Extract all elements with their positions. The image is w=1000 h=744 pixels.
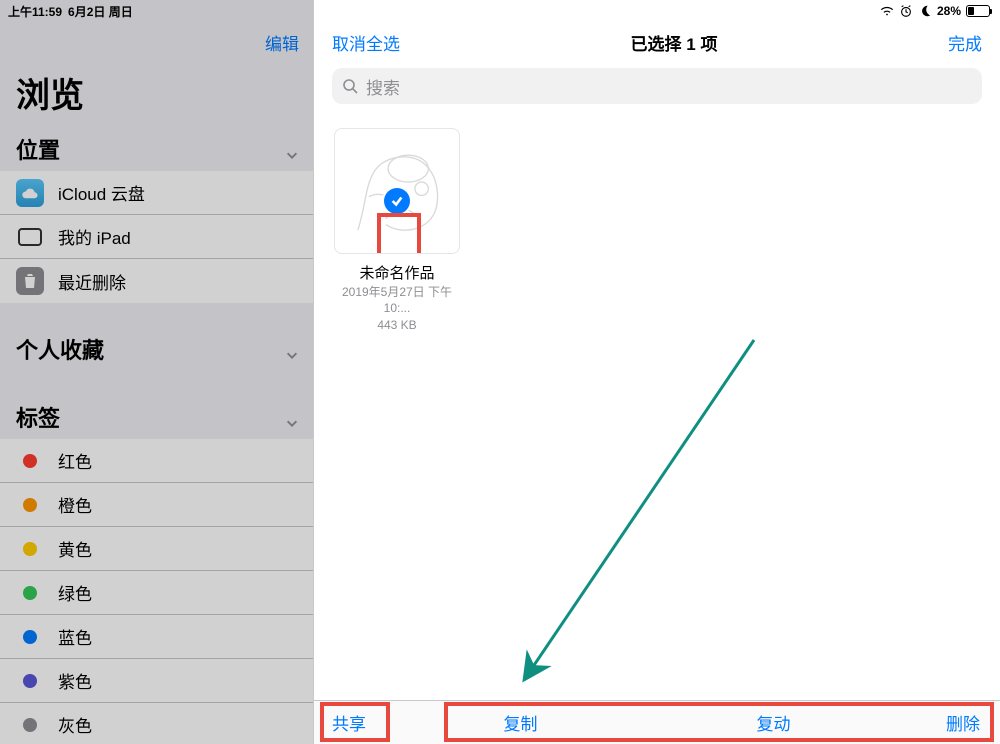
tag-color-dot — [23, 630, 37, 644]
section-tags-label: 标签 — [16, 401, 60, 433]
tag-item[interactable]: 黄色 — [0, 527, 313, 571]
annotation-highlight-checkmark — [377, 213, 421, 254]
tag-label: 红色 — [58, 448, 92, 473]
tag-item[interactable]: 橙色 — [0, 483, 313, 527]
section-locations-label: 位置 — [16, 133, 60, 165]
status-date: 6月2日 周日 — [68, 3, 133, 20]
battery-percent: 28% — [937, 4, 961, 18]
alarm-icon — [899, 4, 913, 18]
sidebar-item-label: 最近删除 — [58, 269, 126, 294]
wifi-icon — [880, 4, 894, 18]
trash-icon — [16, 267, 44, 295]
chevron-down-icon — [285, 142, 299, 156]
browse-sidebar: 上午11:59 6月2日 周日 编辑 浏览 位置 iCloud 云盘 我的 iP… — [0, 0, 314, 744]
file-thumbnail[interactable] — [334, 128, 460, 254]
selected-check-icon — [384, 188, 410, 214]
file-grid: 未命名作品 2019年5月27日 下午10:... 443 KB — [314, 114, 1000, 700]
section-tags[interactable]: 标签 — [0, 395, 313, 439]
tag-color-dot — [23, 498, 37, 512]
sidebar-nav: 编辑 — [0, 20, 313, 64]
chevron-down-icon — [285, 342, 299, 356]
tag-item[interactable]: 红色 — [0, 439, 313, 483]
sidebar-item-label: iCloud 云盘 — [58, 180, 145, 205]
sidebar-item-trash[interactable]: 最近删除 — [0, 259, 313, 303]
battery-icon — [966, 5, 990, 17]
section-locations[interactable]: 位置 — [0, 127, 313, 171]
sidebar-item-label: 我的 iPad — [58, 224, 131, 249]
tag-color-dot — [23, 674, 37, 688]
tag-label: 灰色 — [58, 712, 92, 737]
edit-button[interactable]: 编辑 — [265, 30, 299, 55]
main-pane: 28% 取消全选 已选择 1 项 完成 搜索 未命名作品 2019年5月27日 … — [314, 0, 1000, 744]
tag-item[interactable]: 紫色 — [0, 659, 313, 703]
status-bar-right: 28% — [880, 2, 990, 20]
tag-color-dot — [23, 454, 37, 468]
file-size: 443 KB — [377, 318, 416, 334]
tag-label: 蓝色 — [58, 624, 92, 649]
tag-label: 紫色 — [58, 668, 92, 693]
ipad-icon — [16, 223, 44, 251]
tag-color-dot — [23, 542, 37, 556]
done-button[interactable]: 完成 — [948, 30, 982, 55]
deselect-all-button[interactable]: 取消全选 — [332, 30, 400, 55]
cloud-icon — [16, 179, 44, 207]
tag-item[interactable]: 蓝色 — [0, 615, 313, 659]
file-name: 未命名作品 — [359, 262, 434, 283]
chevron-down-icon — [285, 410, 299, 424]
section-favorites-label: 个人收藏 — [16, 333, 104, 365]
search-field[interactable]: 搜索 — [332, 68, 982, 104]
bottom-toolbar: 共享 复制 复﻿动 删除 — [314, 700, 1000, 744]
tag-label: 绿色 — [58, 580, 92, 605]
sidebar-item-ipad[interactable]: 我的 iPad — [0, 215, 313, 259]
file-date: 2019年5月27日 下午10:... — [332, 285, 462, 316]
status-time: 上午11:59 — [8, 3, 62, 20]
annotation-highlight-actions — [444, 702, 994, 742]
search-placeholder: 搜索 — [366, 74, 400, 99]
selection-title: 已选择 1 项 — [631, 30, 718, 55]
selection-nav-bar: 取消全选 已选择 1 项 完成 — [314, 20, 1000, 64]
tag-color-dot — [23, 718, 37, 732]
sidebar-item-icloud[interactable]: iCloud 云盘 — [0, 171, 313, 215]
sidebar-title: 浏览 — [0, 64, 313, 127]
annotation-highlight-share — [320, 702, 390, 742]
tag-color-dot — [23, 586, 37, 600]
tag-label: 橙色 — [58, 492, 92, 517]
tag-label: 黄色 — [58, 536, 92, 561]
file-item[interactable]: 未命名作品 2019年5月27日 下午10:... 443 KB — [332, 128, 462, 334]
search-icon — [342, 78, 358, 94]
tag-item[interactable]: 绿色 — [0, 571, 313, 615]
status-bar-left: 上午11:59 6月2日 周日 — [0, 0, 313, 20]
tag-item[interactable]: 灰色 — [0, 703, 313, 744]
dnd-icon — [918, 4, 932, 18]
section-favorites[interactable]: 个人收藏 — [0, 327, 313, 371]
